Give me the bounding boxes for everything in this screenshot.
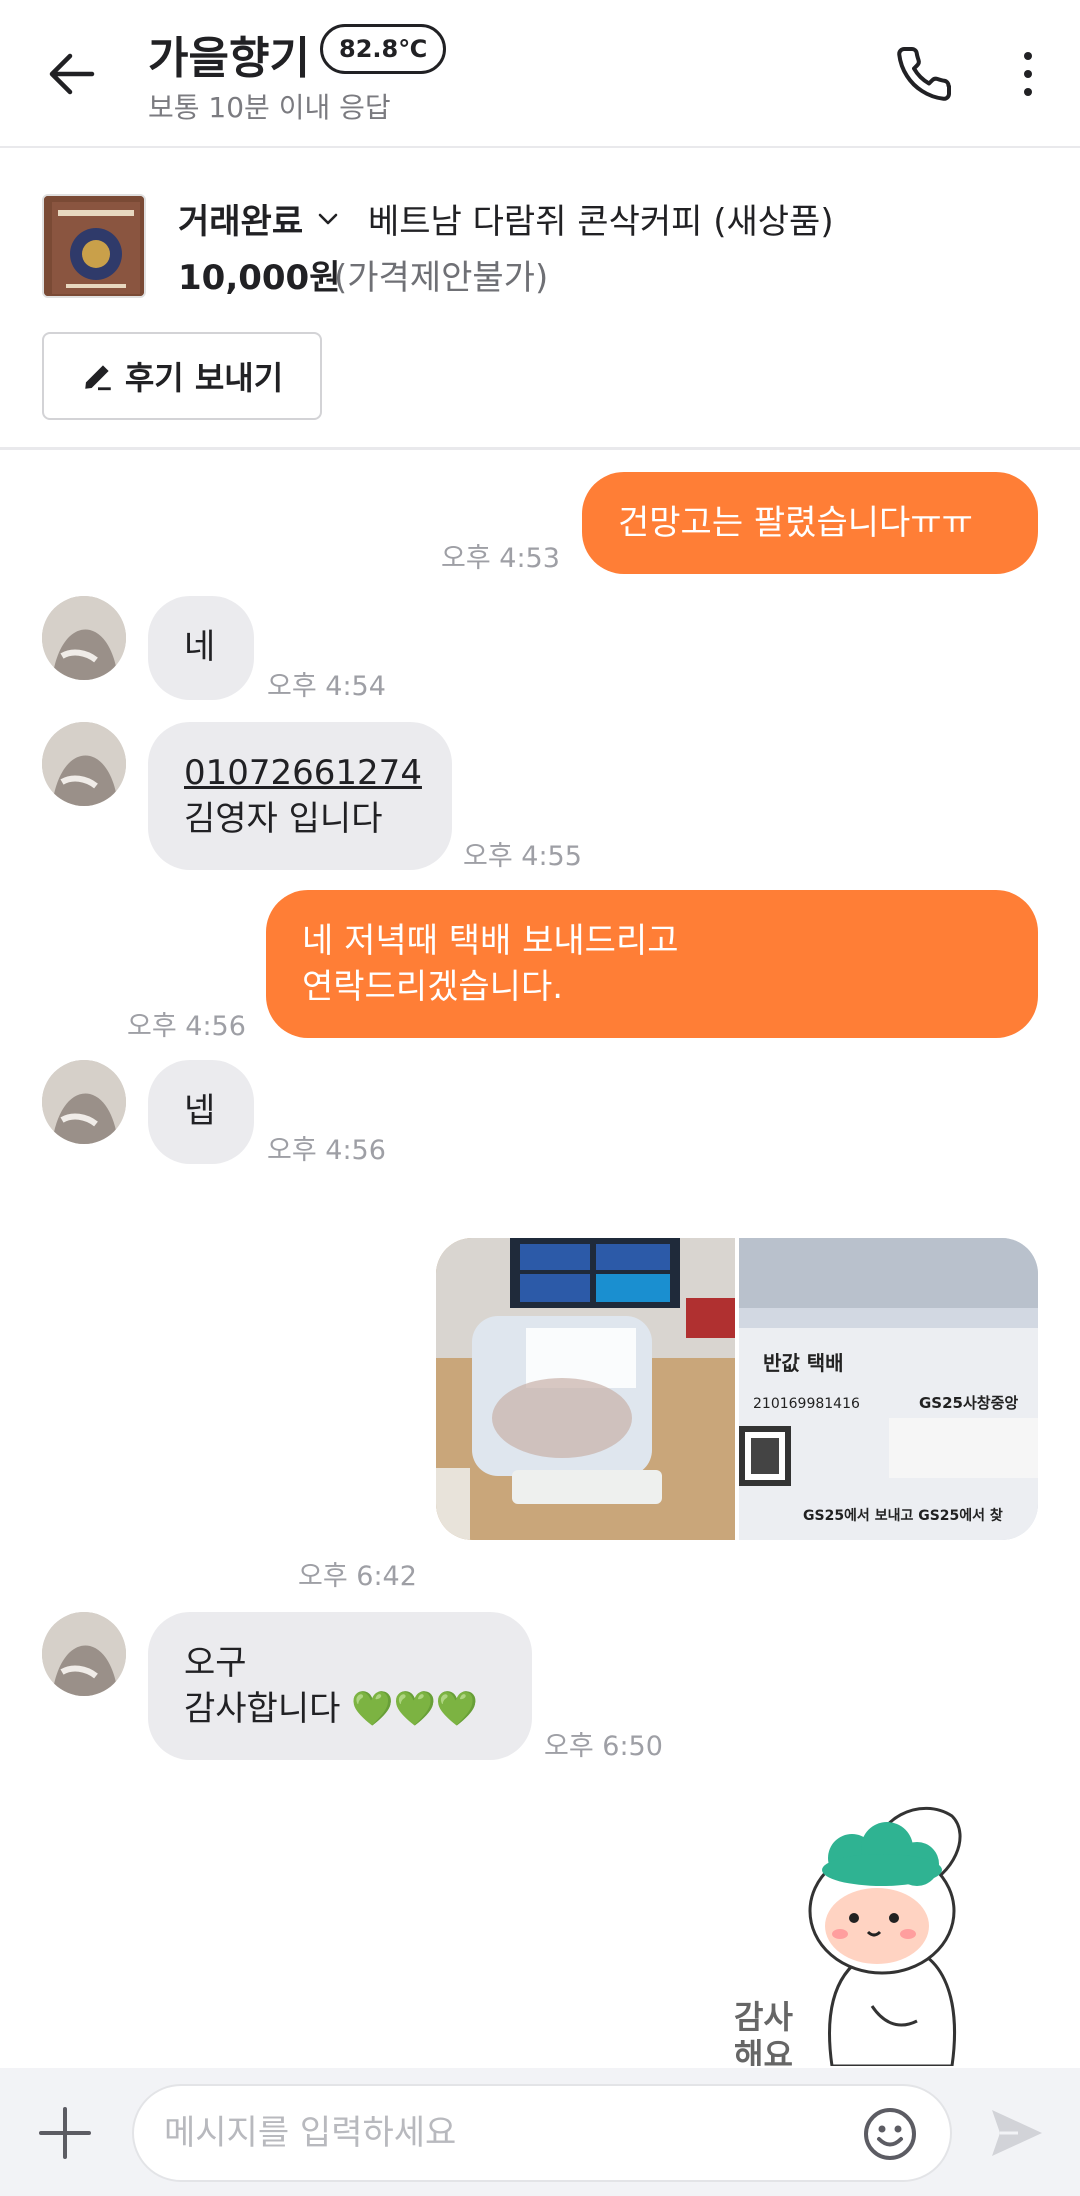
message-text-line: 오구 — [184, 1643, 247, 1683]
response-time-text: 보통 10분 이내 응답 — [148, 91, 391, 124]
manner-temperature-badge[interactable]: 82.8℃ — [320, 24, 447, 74]
avatar-image — [42, 596, 126, 680]
chat-partner-name[interactable]: 가을향기 — [148, 22, 310, 86]
photo-attachment-2[interactable]: 반값 택배 210169981416 GS25사창중앙 GS25에서 보내고 G… — [739, 1238, 1038, 1540]
more-options-button[interactable] — [1000, 36, 1056, 112]
message-bubble-incoming: 01072661274 김영자 입니다 — [148, 722, 452, 870]
message-text-line: 연락드리겠습니다. — [302, 967, 564, 1007]
back-button[interactable] — [34, 36, 110, 112]
trade-status-dropdown[interactable]: 거래완료 — [178, 194, 341, 243]
send-review-button[interactable]: 후기 보내기 — [42, 332, 322, 420]
message-input[interactable] — [132, 2084, 952, 2182]
message-bubble-outgoing[interactable]: 네 저녁때 택배 보내드리고 연락드리겠습니다. — [266, 890, 1038, 1038]
trade-status-label: 거래완료 — [178, 202, 304, 242]
message-time: 오후 4:56 — [267, 1135, 386, 1166]
message-time: 오후 6:50 — [544, 1731, 663, 1762]
product-thumbnail[interactable] — [42, 194, 146, 298]
message-time: 오후 4:53 — [441, 543, 560, 574]
smiley-icon — [864, 2108, 916, 2160]
product-price: 10,000원 — [178, 258, 341, 298]
avatar[interactable] — [42, 1612, 126, 1696]
message-bubble-incoming[interactable]: 네 — [148, 596, 254, 700]
message-time: 오후 4:54 — [267, 671, 386, 702]
sticker-text-line: 감사 — [734, 1998, 793, 2036]
avatar[interactable] — [42, 1060, 126, 1144]
chat-header: 가을향기 82.8℃ 보통 10분 이내 응답 — [0, 0, 1080, 148]
phone-icon — [897, 46, 952, 101]
send-button[interactable] — [982, 2098, 1052, 2168]
sticker-text-line: 해요 — [734, 2036, 793, 2066]
message-text-line: 네 저녁때 택배 보내드리고 — [302, 921, 679, 961]
avatar-image — [42, 722, 126, 806]
back-arrow-icon — [49, 53, 95, 95]
pencil-icon — [85, 365, 111, 391]
plus-icon — [39, 2107, 91, 2159]
message-time: 오후 4:56 — [127, 1011, 246, 1042]
parcel-tracking-number: 210169981416 — [753, 1396, 860, 1412]
avatar-image — [42, 1060, 126, 1144]
send-review-label: 후기 보내기 — [124, 359, 284, 397]
parcel-footer-text: GS25에서 보내고 GS25에서 찾 — [803, 1507, 1003, 1524]
message-time: 오후 6:42 — [298, 1561, 417, 1592]
message-bubble-incoming[interactable]: 넵 — [148, 1060, 254, 1164]
message-text: 김영자 입니다 — [184, 799, 383, 839]
parcel-label-text: 반값 택배 — [763, 1351, 844, 1375]
avatar[interactable] — [42, 722, 126, 806]
message-time: 오후 4:55 — [463, 841, 582, 872]
photo-message: 반값 택배 210169981416 GS25사창중앙 GS25에서 보내고 G… — [436, 1238, 1038, 1540]
send-icon — [992, 2110, 1042, 2156]
more-vertical-icon — [1024, 52, 1032, 96]
message-text-line: 감사합니다 💚💚💚 — [184, 1689, 479, 1729]
message-bubble-outgoing[interactable]: 건망고는 팔렸습니다ㅠㅠ — [582, 472, 1038, 574]
product-bar[interactable]: 거래완료 베트남 다람쥐 콘삭커피 (새상품) 10,000원 (가격제안불가)… — [0, 150, 1080, 450]
avatar-image — [42, 1612, 126, 1696]
call-button[interactable] — [886, 36, 962, 112]
phone-number-link[interactable]: 01072661274 — [184, 750, 422, 796]
parcel-store-name: GS25사창중앙 — [919, 1394, 1018, 1412]
emoji-button[interactable] — [858, 2102, 922, 2166]
message-input-bar — [0, 2068, 1080, 2196]
avatar[interactable] — [42, 596, 126, 680]
price-offer-note: (가격제안불가) — [334, 258, 549, 298]
product-title[interactable]: 베트남 다람쥐 콘삭커피 (새상품) — [368, 194, 834, 243]
photo-attachment-1[interactable] — [436, 1238, 735, 1540]
message-bubble-incoming[interactable]: 오구 감사합니다 💚💚💚 — [148, 1612, 532, 1760]
thank-you-sticker[interactable]: 감사 해요 — [722, 1796, 1002, 2074]
chevron-down-icon — [318, 213, 338, 224]
attach-button[interactable] — [30, 2098, 100, 2168]
